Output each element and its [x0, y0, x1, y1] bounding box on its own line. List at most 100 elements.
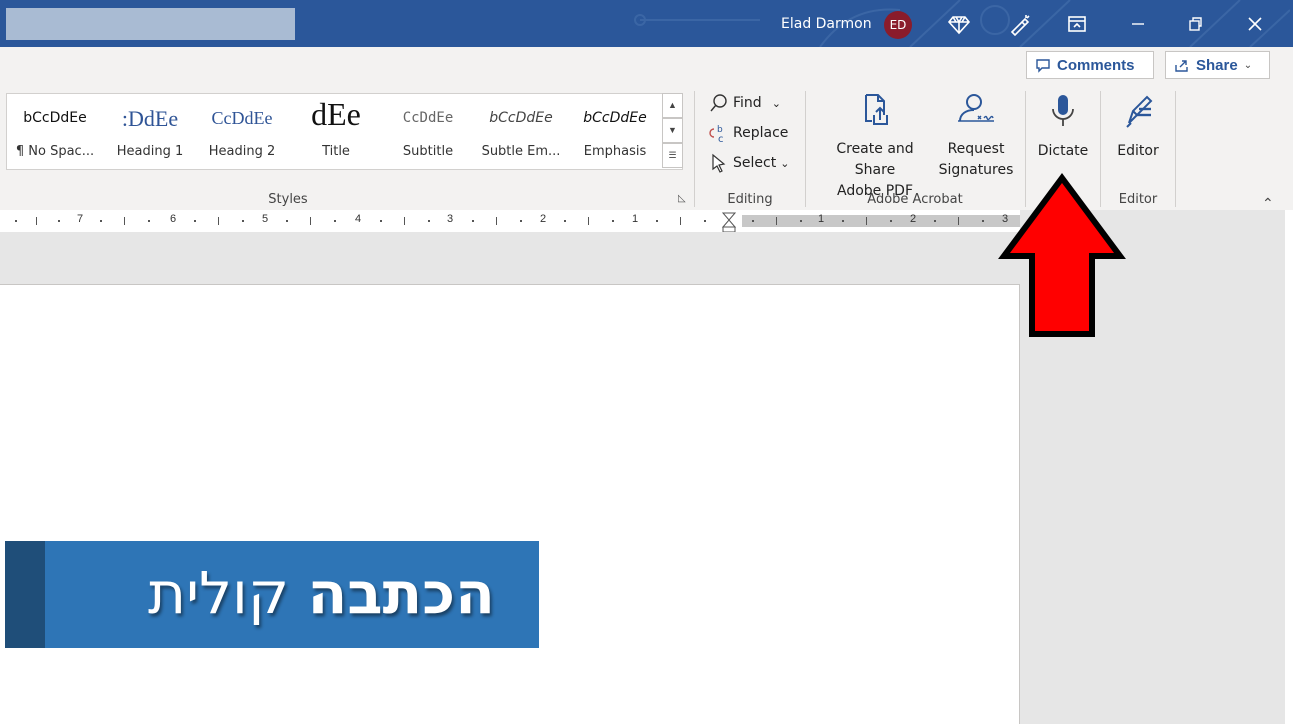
group-separator [805, 91, 806, 207]
find-button[interactable]: Find ⌄ [709, 93, 781, 113]
vertical-scrollbar[interactable] [1285, 210, 1293, 724]
scroll-up-icon[interactable]: ▲ [662, 93, 683, 118]
user-avatar[interactable]: ED [884, 11, 912, 39]
red-arrow-annotation [998, 172, 1126, 337]
search-icon [710, 94, 727, 112]
close-icon[interactable] [1243, 12, 1267, 36]
ruler-dot [800, 220, 802, 222]
replace-icon: bc [709, 125, 724, 143]
horizontal-ruler[interactable]: 7 6 5 4 3 2 1 1 2 3 [0, 210, 1020, 233]
diamond-icon[interactable] [947, 12, 971, 36]
ruler-dot [380, 220, 382, 222]
ruler-number: 4 [355, 213, 362, 225]
ruler-number: 5 [262, 213, 269, 225]
editing-group-label: Editing [727, 192, 773, 207]
request-signatures-button[interactable]: Request Signatures [936, 93, 1016, 181]
ruler-number: 7 [77, 213, 84, 225]
ruler-dot [520, 220, 522, 222]
dictate-label: Dictate [1037, 143, 1089, 159]
style-sample: bCcDdEe [583, 110, 647, 126]
request-label-1: Request [947, 141, 1005, 157]
ruler-dot [564, 220, 566, 222]
cursor-arrow-icon [712, 153, 726, 173]
editor-pen-icon [1126, 95, 1153, 128]
scroll-down-icon[interactable]: ▼ [662, 118, 683, 143]
style-subtitle[interactable]: CcDdEe Subtitle [383, 94, 473, 169]
style-label: Emphasis [583, 144, 647, 159]
style-sample: CcDdEe [211, 108, 273, 128]
minimize-icon[interactable] [1126, 12, 1150, 36]
banner-title: הכתבה קולית [148, 559, 495, 627]
user-name[interactable]: Elad Darmon [781, 16, 872, 32]
ruler-dot [656, 220, 658, 222]
style-sample: dEe [311, 96, 361, 132]
acrobat-group-label: Adobe Acrobat [867, 192, 963, 207]
ruler-dot [428, 220, 430, 222]
ruler-tick [776, 217, 777, 225]
ruler-number: 1 [818, 213, 825, 225]
document-canvas-top [0, 232, 1020, 284]
style-label: Title [322, 144, 350, 159]
style-heading-2[interactable]: CcDdEe Heading 2 [197, 94, 287, 169]
ruler-dot [752, 220, 754, 222]
microphone-icon [1052, 95, 1074, 126]
comments-button[interactable]: Comments [1026, 51, 1154, 79]
style-label: Heading 1 [116, 144, 184, 159]
ruler-tick [496, 217, 497, 225]
style-no-spacing[interactable]: bCcDdEe ¶ No Spac... [9, 94, 101, 169]
ruler-dot [242, 220, 244, 222]
restore-icon[interactable] [1183, 12, 1207, 36]
style-subtle-emphasis[interactable]: bCcDdEe Subtle Em... [475, 94, 567, 169]
comment-icon [1036, 59, 1050, 73]
signature-icon [958, 94, 994, 122]
ruler-dot [194, 220, 196, 222]
chevron-down-icon: ⌄ [771, 96, 781, 110]
style-heading-1[interactable]: :DdEe Heading 1 [105, 94, 195, 169]
ruler-dot [100, 220, 102, 222]
style-sample: bCcDdEe [23, 110, 87, 126]
indent-marker-icon[interactable] [722, 212, 736, 232]
replace-button[interactable]: bc Replace [709, 123, 788, 143]
ruler-dot [704, 220, 706, 222]
styles-gallery-scroll: ▲ ▼ ☰ [662, 93, 683, 170]
style-label: Heading 2 [208, 144, 276, 159]
comments-label: Comments [1057, 56, 1135, 74]
ruler-tick [310, 217, 311, 225]
banner-stripe [5, 541, 45, 648]
chevron-down-icon: ⌄ [780, 156, 790, 170]
ruler-number: 2 [540, 213, 547, 225]
ruler-number: 6 [170, 213, 177, 225]
ruler-dot [982, 220, 984, 222]
editor-button[interactable]: Editor [1108, 93, 1168, 162]
dialog-launcher-icon[interactable]: ◺ [678, 193, 690, 205]
select-button[interactable]: Select ⌄ [709, 153, 789, 173]
title-bar: Elad Darmon ED [0, 0, 1293, 47]
ruler-tick [958, 217, 959, 225]
dictate-button[interactable]: Dictate [1032, 93, 1094, 162]
find-label: Find [733, 95, 762, 111]
ruler-tick [680, 217, 681, 225]
gallery-more-icon[interactable]: ☰ [662, 143, 683, 168]
share-button[interactable]: Share ⌄ [1165, 51, 1270, 79]
style-emphasis[interactable]: bCcDdEe Emphasis [569, 94, 661, 169]
ruler-number: 2 [910, 213, 917, 225]
title-banner: הכתבה קולית [5, 541, 539, 648]
magic-pen-icon[interactable] [1008, 12, 1032, 37]
page-right-edge [1019, 284, 1020, 724]
ruler-tick [588, 217, 589, 225]
page-top-edge [0, 284, 1020, 285]
ruler-tick [36, 217, 37, 225]
ribbon-display-options-icon[interactable] [1065, 12, 1089, 36]
ruler-tick [404, 217, 405, 225]
search-box[interactable] [6, 8, 295, 40]
ruler-dot [15, 220, 17, 222]
banner-bold-word: הכתבה [307, 559, 495, 627]
ruler-tick [218, 217, 219, 225]
chevron-down-icon: ⌄ [1243, 59, 1253, 71]
ruler-dot [612, 220, 614, 222]
style-label: ¶ No Spac... [15, 144, 95, 159]
svg-text:c: c [718, 134, 724, 143]
style-title[interactable]: dEe Title [291, 94, 381, 169]
create-share-pdf-button[interactable]: Create and Share Adobe PDF [815, 93, 935, 202]
ruler-dot [890, 220, 892, 222]
